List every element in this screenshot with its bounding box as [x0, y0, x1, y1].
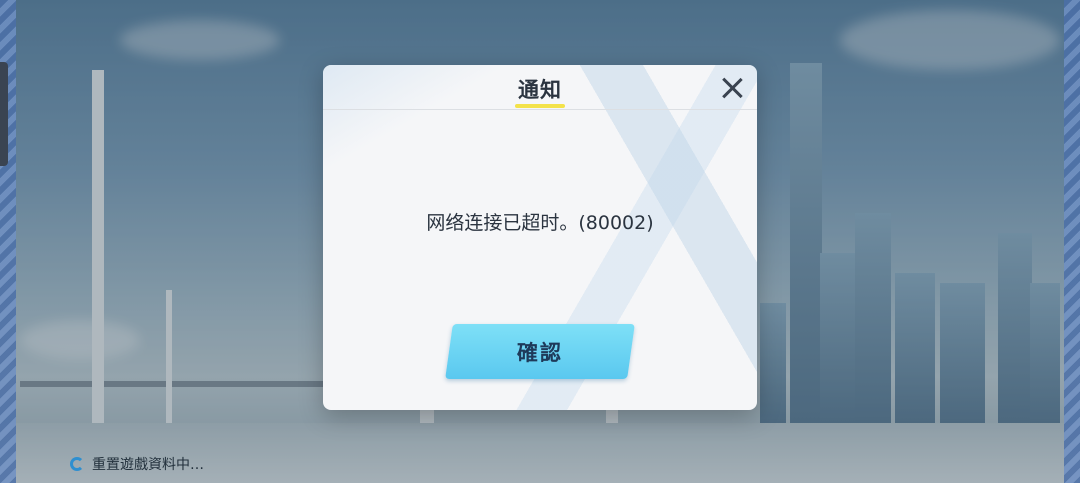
- close-icon[interactable]: [719, 75, 745, 101]
- notification-dialog: 通知 网络连接已超时。(80002) 確認: [323, 65, 757, 410]
- loading-spinner-icon: [70, 457, 84, 471]
- confirm-button-label: 確認: [516, 341, 563, 365]
- dialog-title: 通知: [518, 78, 562, 102]
- status-text: 重置遊戲資料中…: [92, 457, 204, 473]
- dialog-message: 网络连接已超时。(80002): [426, 212, 654, 234]
- loading-status: 重置遊戲資料中…: [70, 453, 204, 475]
- side-handle: [0, 62, 8, 166]
- confirm-button[interactable]: 確認: [445, 324, 635, 379]
- title-underline: [515, 104, 565, 108]
- dialog-header: 通知: [323, 65, 757, 110]
